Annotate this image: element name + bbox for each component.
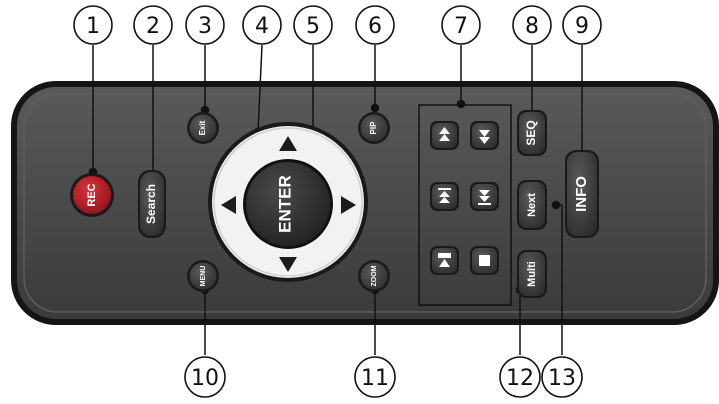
callout-3: 3 — [185, 5, 225, 45]
next-button[interactable]: Next — [517, 180, 547, 230]
rec-button[interactable]: REC — [70, 173, 114, 217]
callout-12: 12 — [499, 356, 541, 398]
svg-text:10: 10 — [191, 366, 219, 391]
info-label: INFO — [573, 176, 590, 212]
callout-4: 4 — [242, 5, 282, 45]
exit-button[interactable]: Exit — [187, 112, 219, 144]
callout-11: 11 — [354, 356, 396, 398]
svg-text:13: 13 — [548, 366, 576, 391]
enter-label: ENTER — [275, 175, 294, 233]
seq-button[interactable]: SEQ — [517, 110, 547, 156]
svg-text:7: 7 — [454, 14, 468, 39]
stop-button[interactable] — [470, 246, 499, 275]
fast-rewind-button[interactable] — [430, 121, 459, 150]
pip-button[interactable]: PIP — [358, 112, 390, 144]
svg-text:9: 9 — [575, 14, 589, 39]
enter-button[interactable]: ENTER — [243, 159, 333, 249]
callout-9: 9 — [562, 5, 602, 45]
multi-label: Multi — [526, 261, 538, 287]
svg-text:4: 4 — [255, 14, 269, 39]
callout-5: 5 — [293, 5, 333, 45]
search-button[interactable]: Search — [138, 170, 166, 238]
pip-label: PIP — [369, 121, 378, 135]
callout-2: 2 — [133, 5, 173, 45]
svg-text:11: 11 — [361, 366, 389, 391]
rec-label: REC — [86, 183, 98, 206]
callout-8: 8 — [512, 5, 552, 45]
callout-13: 13 — [541, 356, 583, 398]
stop-icon — [479, 255, 490, 266]
previous-button[interactable] — [430, 182, 459, 211]
menu-button[interactable]: MENU — [187, 260, 219, 292]
menu-label: MENU — [200, 266, 207, 287]
play-pause-button[interactable] — [430, 246, 459, 275]
svg-text:5: 5 — [306, 14, 320, 39]
remote-diagram-svg: 1 2 3 4 5 6 7 8 9 10 11 12 13 REC Search… — [11, 5, 719, 398]
fast-forward-button[interactable] — [470, 121, 499, 150]
zoom-button[interactable]: ZOOM — [358, 260, 390, 292]
search-label: Search — [144, 184, 158, 224]
svg-text:1: 1 — [86, 14, 100, 39]
next-frame-button[interactable] — [470, 182, 499, 211]
svg-text:6: 6 — [368, 14, 382, 39]
multi-button[interactable]: Multi — [517, 250, 547, 298]
zoom-label: ZOOM — [371, 265, 378, 286]
svg-text:8: 8 — [525, 14, 539, 39]
next-label: Next — [526, 193, 538, 217]
info-button[interactable]: INFO — [565, 150, 599, 238]
callout-6: 6 — [355, 5, 395, 45]
remote-diagram: 1 2 3 4 5 6 7 8 9 10 11 12 13 REC Search… — [0, 0, 719, 400]
svg-text:3: 3 — [198, 14, 212, 39]
callout-1: 1 — [73, 5, 113, 45]
svg-text:12: 12 — [506, 366, 534, 391]
svg-text:2: 2 — [146, 14, 160, 39]
callout-10: 10 — [184, 356, 226, 398]
exit-label: Exit — [198, 120, 207, 135]
seq-label: SEQ — [524, 120, 538, 145]
callout-7: 7 — [441, 5, 481, 45]
